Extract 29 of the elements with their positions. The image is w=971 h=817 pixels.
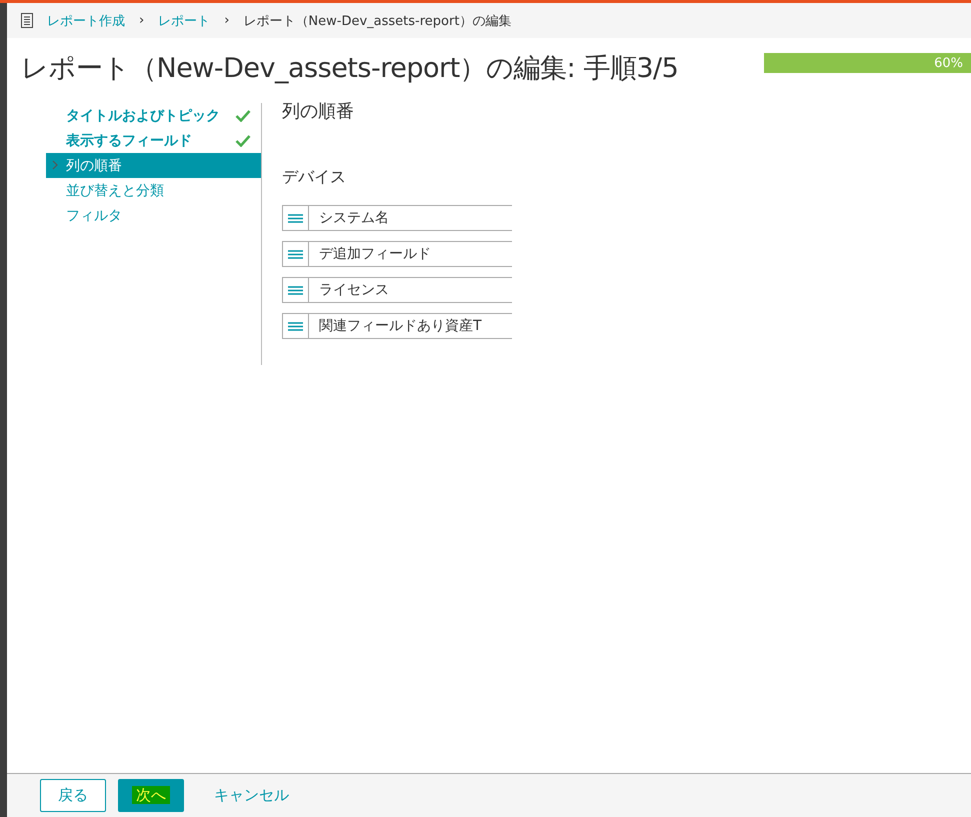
back-button[interactable]: 戻る xyxy=(40,779,106,812)
breadcrumb-separator: › xyxy=(139,13,144,28)
step-item[interactable]: 列の順番 xyxy=(46,153,261,178)
chevron-icon xyxy=(52,160,58,170)
breadcrumb-separator: › xyxy=(224,13,230,28)
column-item[interactable]: ライセンス xyxy=(282,277,512,303)
page-title: レポート（New-Dev_assets-report）の編集: 手順3/5 xyxy=(21,52,678,86)
document-icon xyxy=(21,13,33,28)
breadcrumb-link[interactable]: レポート xyxy=(158,12,210,30)
column-item[interactable]: 関連フィールドあり資産T xyxy=(282,313,512,339)
step-item[interactable]: フィルタ xyxy=(46,203,261,228)
breadcrumb-current: レポート（New-Dev_assets-report）の編集 xyxy=(243,12,512,30)
drag-handle-icon[interactable] xyxy=(288,322,303,330)
progress-reading: 60% xyxy=(934,56,963,70)
next-button[interactable]: 次へ xyxy=(118,779,184,812)
group-title: デバイス xyxy=(282,166,347,188)
step-item[interactable]: タイトルおよびトピック xyxy=(46,103,261,128)
column-item[interactable]: システム名 xyxy=(282,205,512,231)
cancel-link[interactable]: キャンセル xyxy=(208,779,295,812)
drag-handle-icon[interactable] xyxy=(288,250,303,258)
drag-handle-icon[interactable] xyxy=(288,286,303,294)
step-item[interactable]: 並び替えと分類 xyxy=(46,178,261,203)
check-icon xyxy=(235,109,251,122)
drag-handle-icon[interactable] xyxy=(288,214,303,222)
section-title: 列の順番 xyxy=(282,101,355,124)
step-item[interactable]: 表示するフィールド xyxy=(46,128,261,153)
column-item[interactable]: デ追加フィールド xyxy=(282,241,512,267)
breadcrumb-link[interactable]: レポート作成 xyxy=(47,12,125,30)
check-icon xyxy=(235,134,251,147)
